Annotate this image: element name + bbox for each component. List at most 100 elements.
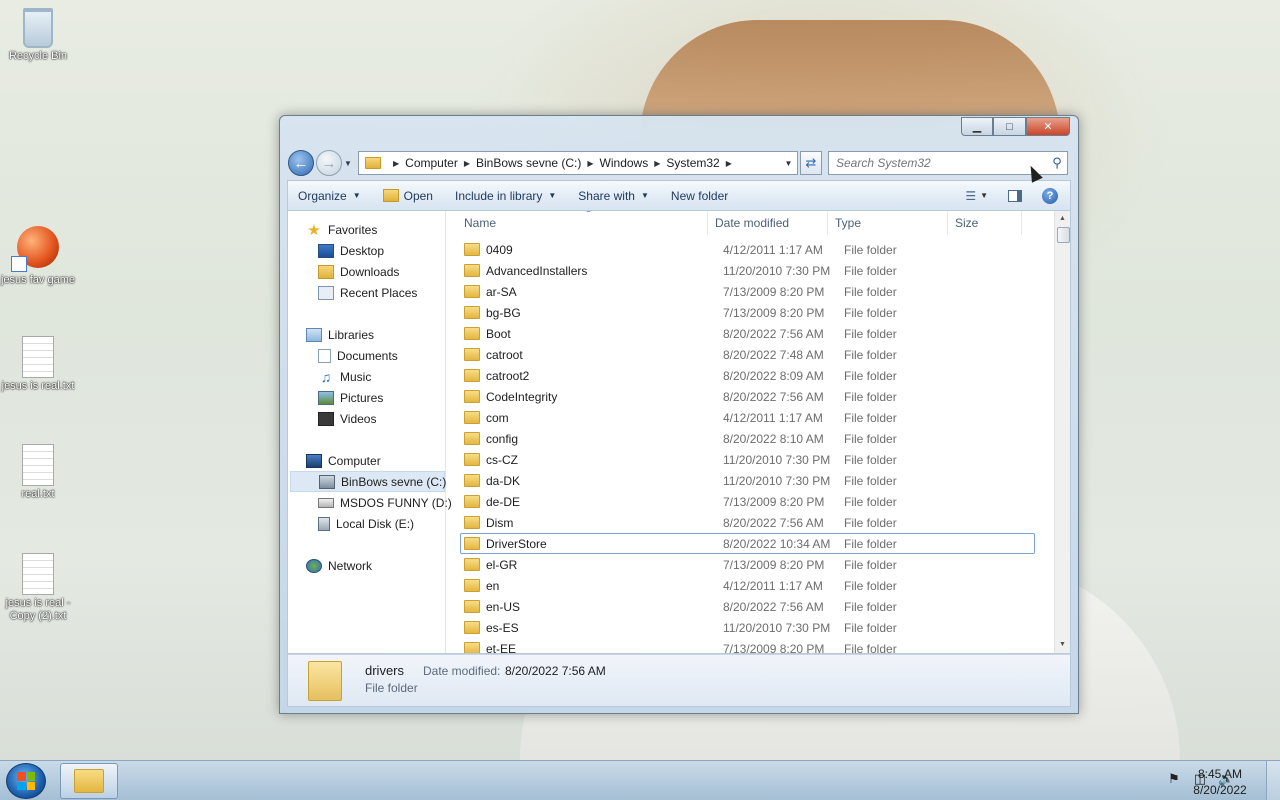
chevron-right-icon[interactable]: ▶ xyxy=(654,159,660,168)
table-row[interactable]: en-US 8/20/2022 7:56 AM File folder xyxy=(460,596,1035,617)
preview-pane-icon[interactable] xyxy=(1008,189,1022,202)
file-date: 7/13/2009 8:20 PM xyxy=(723,284,825,299)
folder-icon xyxy=(464,621,480,634)
table-row[interactable]: Dism 8/20/2022 7:56 AM File folder xyxy=(460,512,1035,533)
search-input[interactable] xyxy=(836,156,1047,170)
file-date: 11/20/2010 7:30 PM xyxy=(723,263,831,278)
scroll-down-icon[interactable]: ▼ xyxy=(1055,637,1070,653)
downloads-icon xyxy=(318,264,334,279)
command-bar: Organize ▼ Open Include in library ▼ Sha… xyxy=(287,180,1071,210)
nav-drive-c[interactable]: BinBows sevne (C:) xyxy=(290,471,446,492)
column-name[interactable]: Name xyxy=(446,211,708,235)
nav-label: Computer xyxy=(328,453,381,468)
search-icon[interactable]: ⚲ xyxy=(1047,155,1067,171)
nav-label: Network xyxy=(328,558,373,573)
table-row[interactable]: Boot 8/20/2022 7:56 AM File folder xyxy=(460,323,1035,344)
table-row[interactable]: catroot 8/20/2022 7:48 AM File folder xyxy=(460,344,1035,365)
table-row[interactable]: com 4/12/2011 1:17 AM File folder xyxy=(460,407,1035,428)
maximize-button[interactable]: □ xyxy=(993,117,1026,136)
address-bar[interactable]: ▶ Computer ▶ BinBows sevne (C:) ▶ Window… xyxy=(358,151,798,175)
nav-computer[interactable]: Computer xyxy=(288,450,445,471)
file-date: 11/20/2010 7:30 PM xyxy=(723,620,831,635)
table-row[interactable]: cs-CZ 11/20/2010 7:30 PM File folder xyxy=(460,449,1035,470)
taskbar-explorer-button[interactable] xyxy=(60,763,118,799)
views-icon[interactable]: ☰ xyxy=(965,189,976,203)
chevron-right-icon[interactable]: ▶ xyxy=(726,159,732,168)
breadcrumb-windows[interactable]: Windows xyxy=(600,156,649,170)
chevron-right-icon[interactable]: ▶ xyxy=(587,159,593,168)
start-button[interactable] xyxy=(6,763,46,799)
nav-label: Local Disk (E:) xyxy=(336,516,415,531)
folder-icon xyxy=(464,642,480,653)
desktop-icon-real[interactable]: real.txt xyxy=(0,444,76,501)
show-desktop-button[interactable] xyxy=(1266,761,1280,800)
scroll-up-icon[interactable]: ▲ xyxy=(1055,211,1070,227)
table-row[interactable]: et-EE 7/13/2009 8:20 PM File folder xyxy=(460,638,1035,653)
back-button[interactable]: ← xyxy=(288,150,314,176)
table-row[interactable]: config 8/20/2022 8:10 AM File folder xyxy=(460,428,1035,449)
table-row[interactable]: es-ES 11/20/2010 7:30 PM File folder xyxy=(460,617,1035,638)
nav-videos[interactable]: Videos xyxy=(288,408,445,429)
table-row[interactable]: CodeIntegrity 8/20/2022 7:56 AM File folde… xyxy=(460,386,1035,407)
chevron-right-icon[interactable]: ▶ xyxy=(393,159,399,168)
nav-favorites[interactable]: ★ Favorites xyxy=(288,219,445,240)
desktop-icon-jesus-is-real[interactable]: jesus is real.txt xyxy=(0,336,76,393)
table-row[interactable]: bg-BG 7/13/2009 8:20 PM File folder xyxy=(460,302,1035,323)
address-dropdown[interactable]: ▼ xyxy=(779,158,797,168)
table-row[interactable]: en 4/12/2011 1:17 AM File folder xyxy=(460,575,1035,596)
nav-libraries[interactable]: Libraries xyxy=(288,324,445,345)
desktop-icon-recycle-bin[interactable]: Recycle Bin xyxy=(0,8,76,63)
table-row[interactable]: ar-SA 7/13/2009 8:20 PM File folder xyxy=(460,281,1035,302)
file-date: 8/20/2022 7:56 AM xyxy=(723,515,824,530)
nav-music[interactable]: ♫ Music xyxy=(288,366,445,387)
taskbar: ⚑ ◫ 🔊 8:45 AM 8/20/2022 xyxy=(0,760,1280,800)
column-size[interactable]: Size xyxy=(948,211,1022,235)
table-row[interactable]: AdvancedInstallers 11/20/2010 7:30 PM File… xyxy=(460,260,1035,281)
nav-network[interactable]: Network xyxy=(288,555,445,576)
close-button[interactable]: ✕ xyxy=(1026,117,1070,136)
recent-pages-dropdown[interactable]: ▼ xyxy=(342,159,354,168)
column-date-modified[interactable]: Date modified xyxy=(708,211,828,235)
share-with-button[interactable]: Share with ▼ xyxy=(578,189,649,203)
nav-documents[interactable]: Documents xyxy=(288,345,445,366)
table-row[interactable]: catroot2 8/20/2022 8:09 AM File folder xyxy=(460,365,1035,386)
help-icon[interactable]: ? xyxy=(1042,187,1058,204)
videos-icon xyxy=(318,411,334,426)
table-row[interactable]: el-GR 7/13/2009 8:20 PM File folder xyxy=(460,554,1035,575)
nav-downloads[interactable]: Downloads xyxy=(288,261,445,282)
folder-icon xyxy=(365,157,381,169)
include-in-library-button[interactable]: Include in library ▼ xyxy=(455,189,556,203)
minimize-button[interactable]: ▁ xyxy=(961,117,993,136)
new-folder-button[interactable]: New folder xyxy=(671,189,728,203)
file-type: File folder xyxy=(844,641,897,654)
breadcrumb-drive-c[interactable]: BinBows sevne (C:) xyxy=(476,156,581,170)
scroll-thumb[interactable] xyxy=(1057,227,1070,243)
column-type[interactable]: Type xyxy=(828,211,948,235)
views-dropdown[interactable]: ▼ xyxy=(980,191,988,200)
organize-button[interactable]: Organize ▼ xyxy=(298,189,361,203)
breadcrumb-computer[interactable]: Computer xyxy=(405,156,458,170)
chevron-right-icon[interactable]: ▶ xyxy=(464,159,470,168)
nav-pictures[interactable]: Pictures xyxy=(288,387,445,408)
nav-desktop[interactable]: Desktop xyxy=(288,240,445,261)
nav-drive-d[interactable]: MSDOS FUNNY (D:) xyxy=(288,492,452,513)
file-type: File folder xyxy=(844,494,897,509)
table-row[interactable]: de-DE 7/13/2009 8:20 PM File folder xyxy=(460,491,1035,512)
desktop-icon-game[interactable]: jesus fav game xyxy=(0,226,76,287)
nav-label: Music xyxy=(340,369,372,384)
nav-drive-e[interactable]: Local Disk (E:) xyxy=(288,513,445,534)
desktop-icon-jesus-copy[interactable]: jesus is real - Copy (2).txt xyxy=(0,553,76,623)
table-row[interactable]: DriverStore 8/20/2022 10:34 AM File folder xyxy=(460,533,1035,554)
table-row[interactable]: 0409 4/12/2011 1:17 AM File folder xyxy=(460,239,1035,260)
file-date: 8/20/2022 10:34 AM xyxy=(723,536,831,551)
action-center-flag-icon[interactable]: ⚑ xyxy=(1166,771,1182,787)
vertical-scrollbar[interactable]: ▲ ▼ xyxy=(1054,211,1070,653)
open-button[interactable]: Open xyxy=(382,189,433,203)
breadcrumb-system32[interactable]: System32 xyxy=(666,156,719,170)
refresh-button[interactable]: ⇄ xyxy=(800,151,822,175)
nav-recent-places[interactable]: Recent Places xyxy=(288,282,445,303)
forward-button[interactable]: → xyxy=(316,150,342,176)
clock[interactable]: 8:45 AM 8/20/2022 xyxy=(1184,766,1256,798)
table-row[interactable]: da-DK 11/20/2010 7:30 PM File folder xyxy=(460,470,1035,491)
